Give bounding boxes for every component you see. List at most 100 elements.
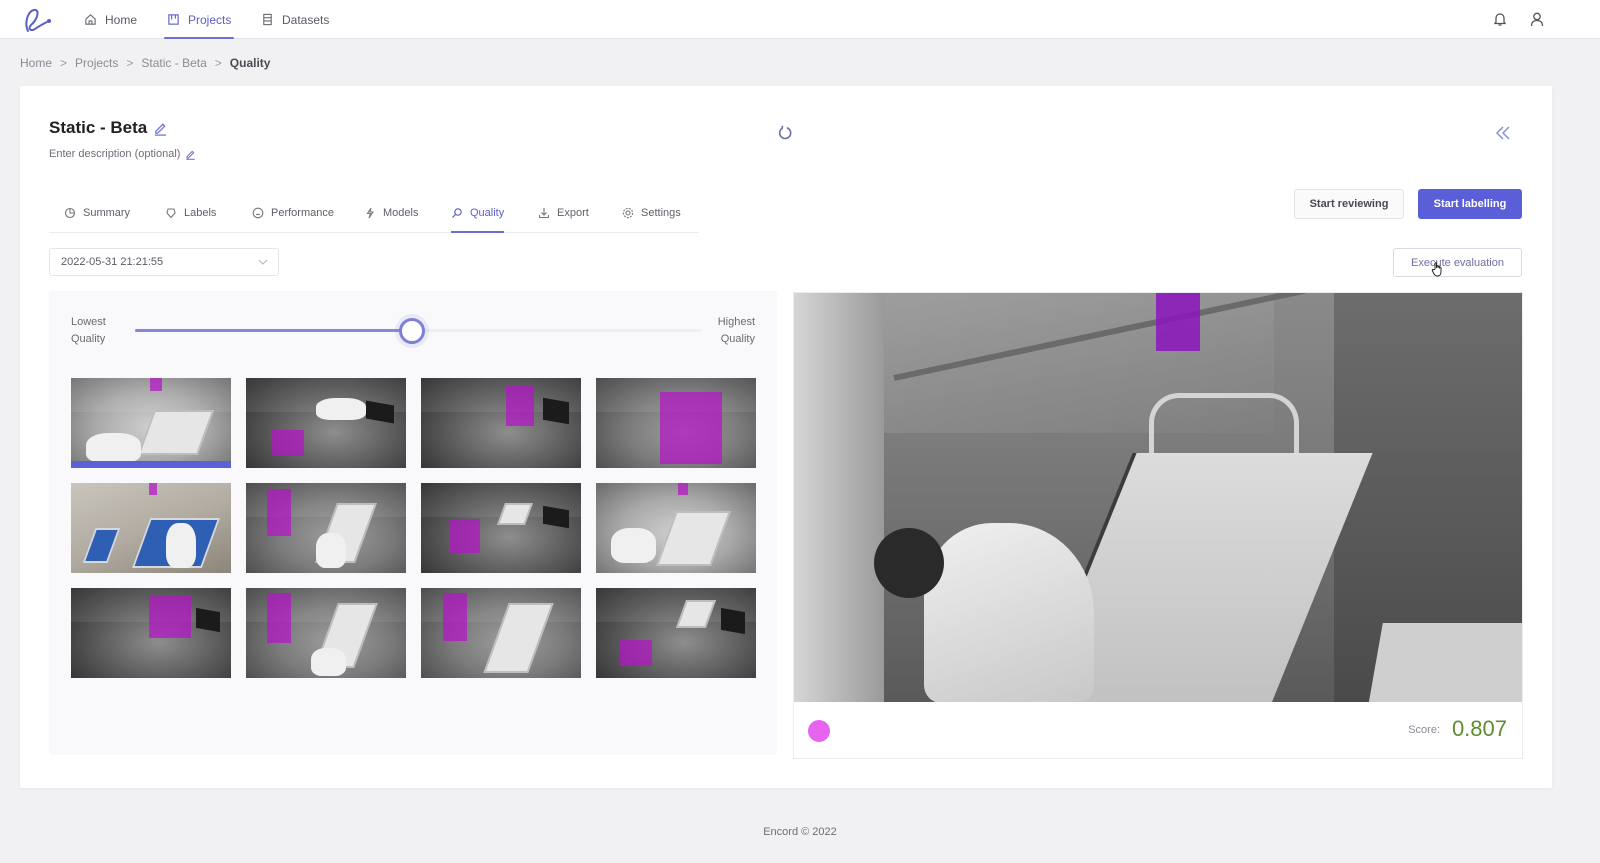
highest-label-line1: Highest <box>717 316 755 328</box>
breadcrumb-current: Quality <box>229 56 271 70</box>
scene-left-wall <box>794 293 884 702</box>
thumb-scene <box>196 607 220 633</box>
breadcrumb-home[interactable]: Home <box>20 56 52 70</box>
annotation-overlay <box>150 378 162 391</box>
lowest-label-line1: Lowest <box>71 316 106 328</box>
project-board-icon <box>168 14 179 25</box>
thumbnail[interactable] <box>71 378 231 468</box>
thumbnail[interactable] <box>421 588 581 678</box>
project-description[interactable]: Enter description (optional) <box>49 148 180 160</box>
annotation-overlay <box>149 596 191 638</box>
thumb-scene <box>316 398 366 420</box>
evaluation-date-select[interactable]: 2022-05-31 21:21:55 <box>49 248 279 276</box>
thumbnail[interactable] <box>71 588 231 678</box>
tab-quality-label: Quality <box>470 207 505 219</box>
start-reviewing-button[interactable]: Start reviewing <box>1294 189 1404 219</box>
thumbnail[interactable] <box>246 483 406 573</box>
thumbnail[interactable] <box>71 483 231 573</box>
thumb-scene <box>86 433 141 463</box>
thumb-scene <box>366 400 394 424</box>
tab-settings-label: Settings <box>641 207 681 219</box>
scene-second-bed <box>1365 623 1522 702</box>
evaluation-date-value: 2022-05-31 21:21:55 <box>61 256 164 268</box>
thumb-scene <box>721 607 745 635</box>
breadcrumb-separator: > <box>126 56 134 70</box>
highest-quality-label: Highest Quality <box>718 314 755 348</box>
thumbnail[interactable] <box>421 378 581 468</box>
chevron-down-icon <box>258 259 268 265</box>
nav-datasets[interactable]: Datasets <box>261 0 329 39</box>
annotation-overlay <box>272 430 304 456</box>
edit-description-icon[interactable] <box>185 149 196 160</box>
thumbnail[interactable] <box>596 378 756 468</box>
slider-thumb[interactable] <box>399 318 426 344</box>
annotation-overlay <box>443 593 467 641</box>
lightning-icon <box>366 207 375 219</box>
double-chevron-left-icon[interactable] <box>1494 125 1512 141</box>
scene-person <box>924 523 1094 702</box>
quality-slider[interactable] <box>135 318 701 344</box>
tag-icon <box>166 208 176 219</box>
scene-person-head <box>874 528 944 598</box>
annotation-overlay <box>506 386 534 426</box>
nav-projects-label: Projects <box>188 12 232 27</box>
thumb-scene <box>137 410 215 455</box>
breadcrumb-project[interactable]: Static - Beta <box>141 56 206 70</box>
tab-labels[interactable]: Labels <box>165 194 216 232</box>
thumbnail[interactable] <box>246 378 406 468</box>
top-navigation: Home Projects Datasets <box>0 0 1600 39</box>
tab-export-label: Export <box>557 207 589 219</box>
nav-projects[interactable]: Projects <box>163 0 235 39</box>
annotation-overlay <box>450 519 480 553</box>
execute-evaluation-button[interactable]: Execute evaluation <box>1393 248 1522 277</box>
highest-label-line2: Quality <box>720 333 755 345</box>
thumb-scene <box>166 523 196 568</box>
selected-frame-image[interactable] <box>794 293 1522 702</box>
user-icon[interactable] <box>1528 10 1546 28</box>
tab-labels-label: Labels <box>184 207 217 219</box>
thumbnail[interactable] <box>421 483 581 573</box>
tab-quality[interactable]: Quality <box>451 194 505 233</box>
thumb-scene <box>611 528 656 563</box>
score-label: Score: <box>1408 724 1440 736</box>
image-viewer: Score: 0.807 <box>793 292 1523 759</box>
footer-copyright: Encord © 2022 <box>763 826 837 838</box>
bell-icon[interactable] <box>1491 10 1509 28</box>
tab-performance-label: Performance <box>271 207 334 219</box>
project-title: Static - Beta <box>49 118 148 137</box>
gear-icon <box>622 207 634 219</box>
nav-home-label: Home <box>105 12 138 27</box>
home-icon <box>85 14 96 25</box>
lowest-label-line2: Quality <box>71 333 106 345</box>
tab-summary[interactable]: Summary <box>64 194 130 232</box>
encord-logo-icon[interactable] <box>22 5 54 35</box>
hand-cursor-icon <box>1431 262 1442 277</box>
selected-indicator <box>71 461 231 468</box>
breadcrumb: Home > Projects > Static - Beta > Qualit… <box>20 56 270 70</box>
annotation-overlay <box>620 640 652 666</box>
thumbnail-grid <box>71 378 756 678</box>
thumb-scene <box>543 397 569 425</box>
tab-models[interactable]: Models <box>364 194 418 232</box>
thumb-scene <box>82 528 121 563</box>
annotation-overlay <box>660 392 722 464</box>
breadcrumb-projects[interactable]: Projects <box>75 56 118 70</box>
tab-models-label: Models <box>383 207 419 219</box>
thumb-scene <box>311 648 346 676</box>
annotation-overlay <box>678 483 688 495</box>
start-labelling-button[interactable]: Start labelling <box>1418 189 1522 219</box>
class-color-dot <box>808 720 830 742</box>
thumbnail[interactable] <box>246 588 406 678</box>
annotation-overlay <box>149 483 157 495</box>
edit-title-icon[interactable] <box>153 121 168 136</box>
breadcrumb-separator: > <box>214 56 222 70</box>
tab-export[interactable]: Export <box>538 194 589 232</box>
tab-performance[interactable]: Performance <box>252 194 334 232</box>
project-card: Static - Beta Enter description (optiona… <box>20 86 1552 788</box>
thumbnail[interactable] <box>596 588 756 678</box>
tab-settings[interactable]: Settings <box>622 194 681 232</box>
download-icon <box>538 208 550 219</box>
annotation-overlay <box>1156 293 1200 351</box>
nav-home[interactable]: Home <box>84 0 137 39</box>
thumbnail[interactable] <box>596 483 756 573</box>
